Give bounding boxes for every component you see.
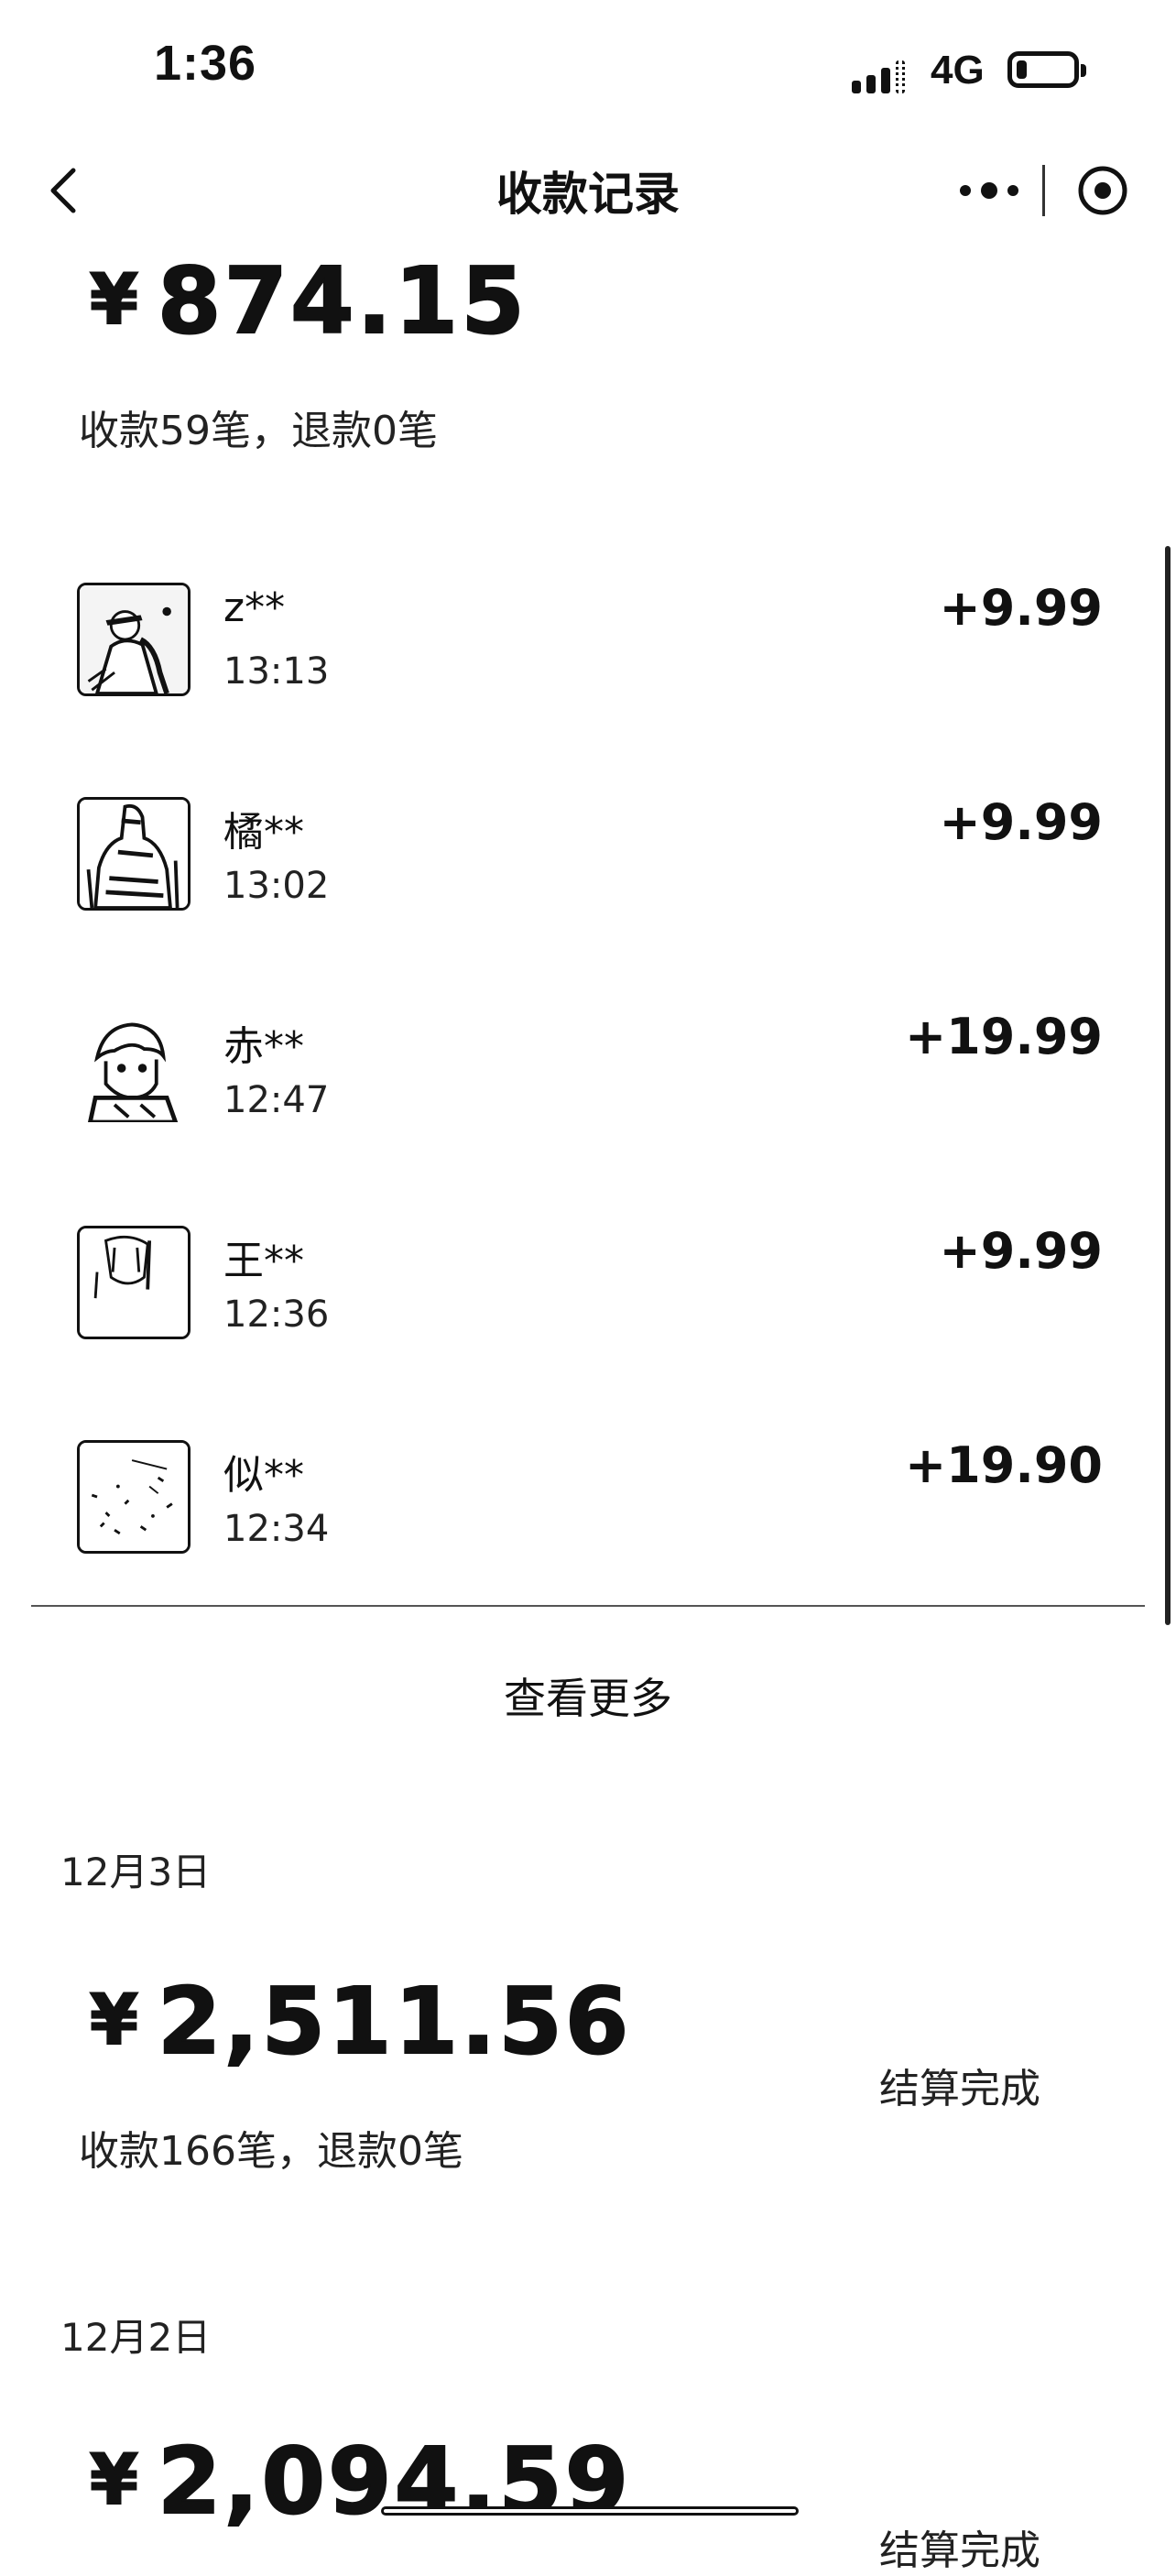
payer-name: 橘**: [223, 809, 304, 856]
day-summary: 收款166笔，退款0笔: [79, 2128, 463, 2175]
payment-amount: +9.99: [939, 1222, 1103, 1280]
today-amount-value: 874.15: [157, 246, 528, 355]
close-button[interactable]: [1073, 161, 1132, 220]
day-total-amount[interactable]: ¥2,511.56: [89, 1967, 632, 2076]
payer-name: 赤**: [223, 1023, 304, 1070]
capsule-divider: [1042, 165, 1045, 216]
payer-name: 似**: [223, 1452, 304, 1499]
settlement-status: 结算完成: [879, 2527, 1040, 2574]
payer-name: z**: [223, 584, 286, 631]
more-button[interactable]: [943, 158, 1044, 224]
payment-time: 12:36: [223, 1293, 330, 1336]
list-divider: [31, 1605, 1145, 1607]
network-label: 4G: [931, 48, 985, 93]
signal-icon: [852, 57, 925, 93]
day-date-label: 12月2日: [60, 2315, 212, 2360]
day-date-label: 12月3日: [60, 1850, 212, 1894]
list-item[interactable]: 王** 12:36 +9.99: [77, 1222, 1103, 1359]
today-summary: 收款59笔，退款0笔: [79, 408, 438, 454]
home-indicator: [381, 2506, 799, 2516]
today-total-amount: ¥874.15: [89, 246, 528, 355]
avatar: [77, 1011, 191, 1125]
avatar: [77, 583, 191, 696]
currency-symbol: ¥: [89, 257, 141, 341]
list-item[interactable]: z** 13:13 +9.99: [77, 579, 1103, 716]
payment-time: 12:34: [223, 1508, 330, 1550]
avatar: [77, 1440, 191, 1554]
payment-time: 13:13: [223, 650, 330, 693]
settlement-status: 结算完成: [879, 2066, 1040, 2112]
payment-amount: +9.99: [939, 579, 1103, 637]
mini-program-capsule: [943, 158, 1138, 224]
currency-symbol: ¥: [89, 1978, 141, 2061]
payment-amount: +19.99: [904, 1008, 1103, 1065]
day-total-amount[interactable]: ¥2,094.59: [89, 2427, 632, 2536]
avatar: [77, 1226, 191, 1339]
payer-name: 王**: [223, 1238, 304, 1284]
status-time: 1:36: [154, 36, 257, 91]
list-item[interactable]: 赤** 12:47 +19.99: [77, 1008, 1103, 1145]
payment-time: 13:02: [223, 865, 330, 907]
day-amount-value: 2,094.59: [157, 2427, 632, 2536]
payment-amount: +19.90: [904, 1436, 1103, 1494]
more-dots-icon: [960, 182, 1018, 199]
list-item[interactable]: 橘** 13:02 +9.99: [77, 793, 1103, 931]
battery-icon: [1007, 51, 1086, 88]
view-more-button[interactable]: 查看更多: [0, 1665, 1176, 1726]
target-icon: [1078, 166, 1127, 215]
payment-amount: +9.99: [939, 793, 1103, 851]
payment-time: 12:47: [223, 1079, 330, 1121]
day-amount-value: 2,511.56: [157, 1967, 632, 2076]
battery-level: [1017, 60, 1027, 79]
currency-symbol: ¥: [89, 2438, 141, 2521]
avatar: [77, 797, 191, 911]
list-item[interactable]: 似** 12:34 +19.90: [77, 1436, 1103, 1574]
scrollbar[interactable]: [1165, 546, 1171, 1625]
